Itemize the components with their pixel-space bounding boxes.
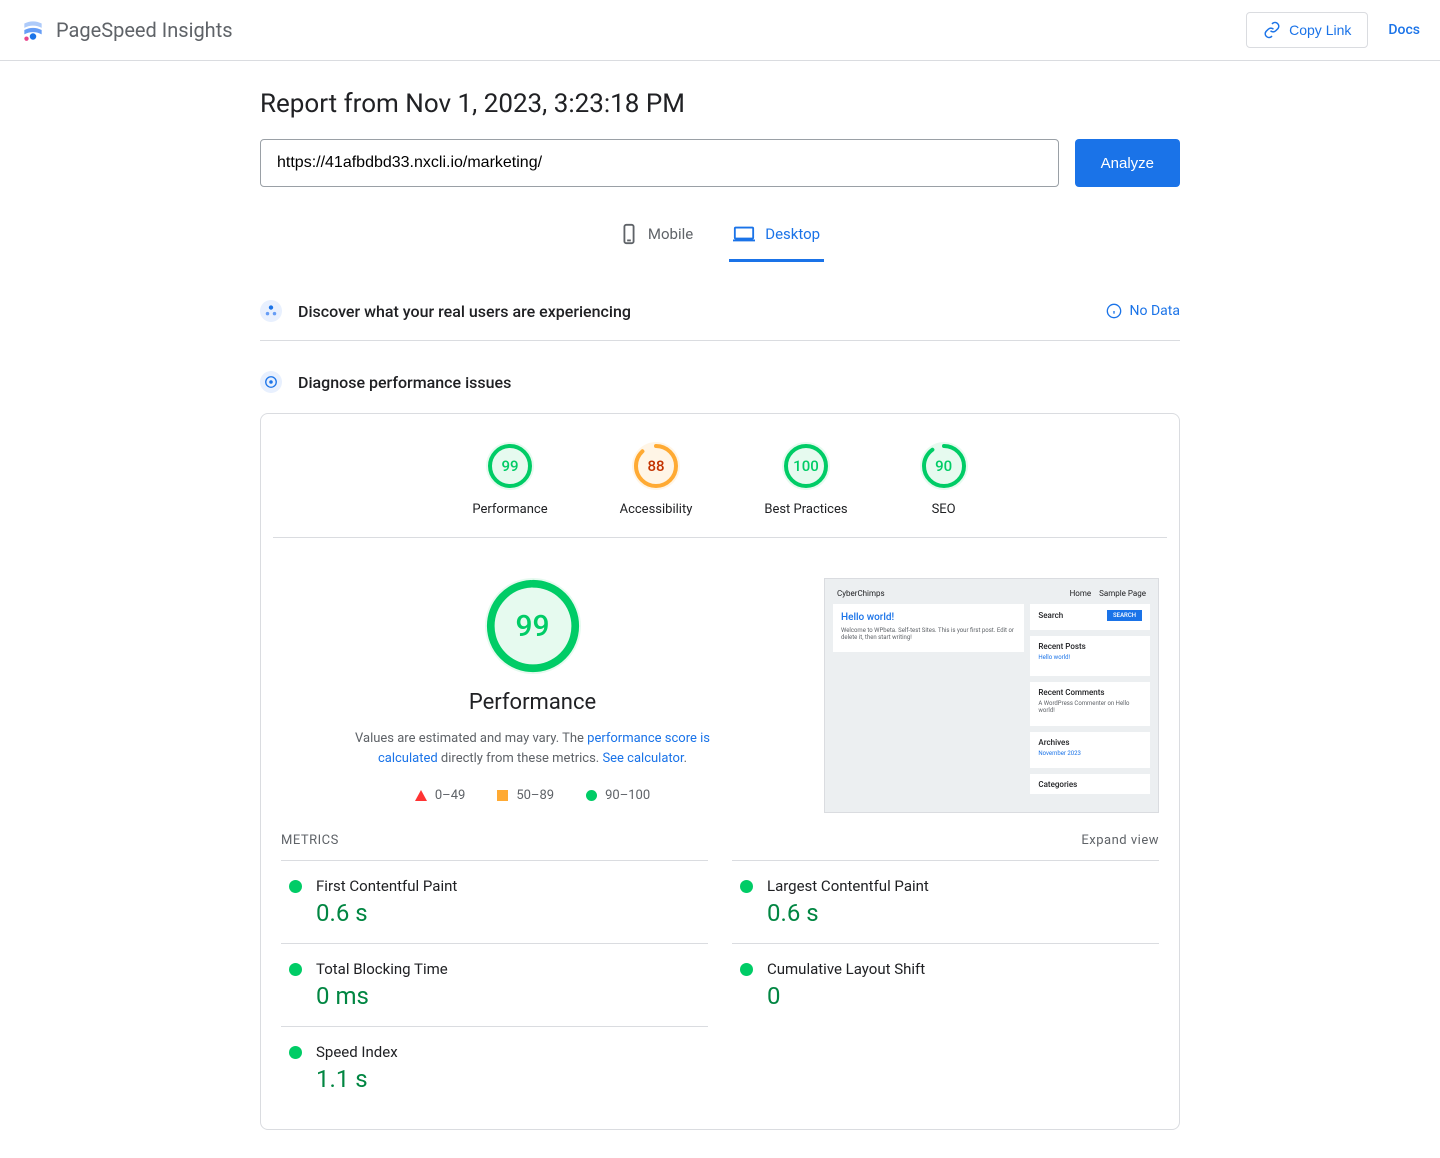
url-input[interactable] bbox=[260, 139, 1059, 187]
metric-value: 1.1 s bbox=[316, 1065, 700, 1093]
gauge-score: 88 bbox=[632, 442, 680, 490]
square-icon bbox=[497, 790, 508, 801]
header-right: Copy Link Docs bbox=[1246, 12, 1420, 48]
tab-mobile[interactable]: Mobile bbox=[616, 211, 697, 262]
gauge-icon: 88 bbox=[632, 442, 680, 490]
category-performance[interactable]: 99 Performance bbox=[472, 442, 547, 517]
field-data-icon bbox=[260, 300, 282, 322]
category-label: Best Practices bbox=[764, 502, 847, 517]
see-calculator-link[interactable]: See calculator bbox=[602, 751, 683, 766]
triangle-icon bbox=[415, 790, 427, 801]
status-dot-icon bbox=[740, 880, 753, 893]
docs-link[interactable]: Docs bbox=[1388, 22, 1420, 38]
category-label: Performance bbox=[472, 502, 547, 517]
copy-link-label: Copy Link bbox=[1289, 22, 1351, 38]
performance-gauge-big: 99 bbox=[485, 578, 581, 674]
circle-icon bbox=[586, 790, 597, 801]
category-seo[interactable]: 90 SEO bbox=[920, 442, 968, 517]
app-title: PageSpeed Insights bbox=[56, 18, 233, 42]
main-container: Report from Nov 1, 2023, 3:23:18 PM Anal… bbox=[240, 61, 1200, 1158]
field-data-left: Discover what your real users are experi… bbox=[260, 300, 631, 322]
field-data-section: Discover what your real users are experi… bbox=[260, 286, 1180, 336]
metric-value: 0.6 s bbox=[767, 899, 1151, 927]
metric-cumulative-layout-shift: Cumulative Layout Shift 0 bbox=[732, 943, 1159, 1026]
metric-name: Speed Index bbox=[316, 1043, 700, 1061]
expand-view-link[interactable]: Expand view bbox=[1081, 833, 1159, 848]
legend-mid: 50–89 bbox=[497, 788, 554, 803]
gauge-score: 90 bbox=[920, 442, 968, 490]
info-icon bbox=[1106, 303, 1122, 319]
app-header: PageSpeed Insights Copy Link Docs bbox=[0, 0, 1440, 61]
category-best-practices[interactable]: 100 Best Practices bbox=[764, 442, 847, 517]
performance-title: Performance bbox=[469, 690, 596, 715]
legend-high: 90–100 bbox=[586, 788, 650, 803]
metric-speed-index: Speed Index 1.1 s bbox=[281, 1026, 708, 1109]
header-left: PageSpeed Insights bbox=[20, 17, 233, 43]
performance-description: Values are estimated and may vary. The p… bbox=[343, 729, 723, 768]
metrics-grid: First Contentful Paint 0.6 s Largest Con… bbox=[261, 860, 1179, 1129]
device-tabs: Mobile Desktop bbox=[260, 211, 1180, 262]
tab-desktop-label: Desktop bbox=[765, 225, 820, 243]
legend-low: 0–49 bbox=[415, 788, 465, 803]
section-divider bbox=[260, 340, 1180, 341]
metric-name: Total Blocking Time bbox=[316, 960, 700, 978]
link-icon bbox=[1263, 21, 1281, 39]
score-legend: 0–49 50–89 90–100 bbox=[415, 788, 650, 803]
category-accessibility[interactable]: 88 Accessibility bbox=[620, 442, 693, 517]
page-screenshot: CyberChimps HomeSample Page Hello world!… bbox=[824, 578, 1159, 813]
gauge-icon: 90 bbox=[920, 442, 968, 490]
performance-left: 99 Performance Values are estimated and … bbox=[281, 578, 784, 813]
status-dot-icon bbox=[289, 963, 302, 976]
no-data-indicator[interactable]: No Data bbox=[1106, 303, 1180, 319]
gauge-icon: 100 bbox=[782, 442, 830, 490]
gauge-score: 100 bbox=[782, 442, 830, 490]
performance-big-score: 99 bbox=[485, 578, 581, 674]
status-dot-icon bbox=[740, 963, 753, 976]
status-dot-icon bbox=[289, 1046, 302, 1059]
report-timestamp: Report from Nov 1, 2023, 3:23:18 PM bbox=[260, 89, 1180, 119]
metric-value: 0 bbox=[767, 982, 1151, 1010]
analyze-button[interactable]: Analyze bbox=[1075, 139, 1180, 187]
metrics-header: Metrics Expand view bbox=[261, 833, 1179, 860]
desktop-icon bbox=[733, 225, 755, 243]
metric-name: Largest Contentful Paint bbox=[767, 877, 1151, 895]
category-label: Accessibility bbox=[620, 502, 693, 517]
copy-link-button[interactable]: Copy Link bbox=[1246, 12, 1368, 48]
pagespeed-logo-icon bbox=[20, 17, 46, 43]
url-input-row: Analyze bbox=[260, 139, 1180, 187]
diagnose-title: Diagnose performance issues bbox=[298, 373, 511, 392]
no-data-label: No Data bbox=[1130, 303, 1180, 319]
gauge-score: 99 bbox=[486, 442, 534, 490]
category-label: SEO bbox=[932, 502, 956, 517]
metric-value: 0 ms bbox=[316, 982, 700, 1010]
status-dot-icon bbox=[289, 880, 302, 893]
metrics-label: Metrics bbox=[281, 833, 339, 848]
metric-first-contentful-paint: First Contentful Paint 0.6 s bbox=[281, 860, 708, 943]
metric-value: 0.6 s bbox=[316, 899, 700, 927]
metric-largest-contentful-paint: Largest Contentful Paint 0.6 s bbox=[732, 860, 1159, 943]
tab-desktop[interactable]: Desktop bbox=[729, 211, 824, 262]
gauge-icon: 99 bbox=[486, 442, 534, 490]
diagnose-icon bbox=[260, 371, 282, 393]
mobile-icon bbox=[620, 223, 638, 245]
metric-name: Cumulative Layout Shift bbox=[767, 960, 1151, 978]
metric-total-blocking-time: Total Blocking Time 0 ms bbox=[281, 943, 708, 1026]
performance-section: 99 Performance Values are estimated and … bbox=[261, 538, 1179, 833]
diagnose-left: Diagnose performance issues bbox=[260, 371, 511, 393]
field-data-title: Discover what your real users are experi… bbox=[298, 302, 631, 321]
category-scores-row: 99 Performance 88 Accessibility 100 bbox=[273, 414, 1167, 538]
diagnose-section-header: Diagnose performance issues bbox=[260, 357, 1180, 413]
metric-name: First Contentful Paint bbox=[316, 877, 700, 895]
diagnose-card: 99 Performance 88 Accessibility 100 bbox=[260, 413, 1180, 1130]
tab-mobile-label: Mobile bbox=[648, 225, 693, 243]
